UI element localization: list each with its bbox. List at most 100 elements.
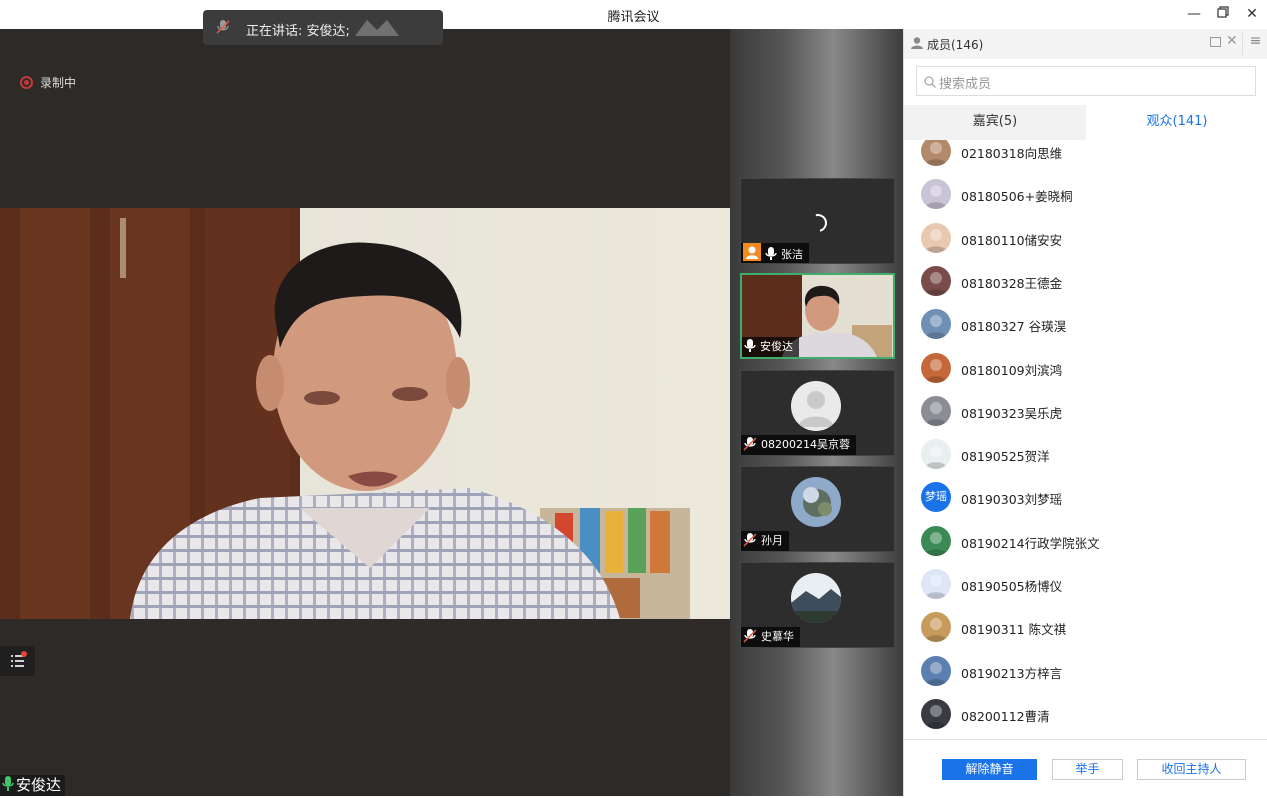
- video-tile[interactable]: 张洁: [740, 178, 895, 264]
- avatar: [921, 179, 951, 210]
- member-name: 08200112曹清: [961, 708, 1050, 724]
- avatar: [921, 265, 951, 296]
- member-list-toggle[interactable]: [0, 646, 35, 676]
- list-item[interactable]: 08190323吴乐虎: [921, 395, 1251, 430]
- tile-name: 安俊达: [760, 340, 793, 353]
- search-placeholder: 搜索成员: [939, 77, 992, 92]
- member-name: 08190525贺洋: [961, 449, 1050, 465]
- member-name: 08180506+姜晓桐: [961, 189, 1073, 205]
- avatar: [921, 309, 951, 340]
- video-thumbnail-strip: 张洁 安俊达 08200214吴京蓉 孙月 史慕华: [730, 29, 903, 796]
- list-item[interactable]: 08200112曹清: [921, 698, 1251, 733]
- host-icon: [743, 243, 761, 261]
- avatar: [921, 439, 951, 470]
- list-item[interactable]: 08180506+姜晓桐: [921, 179, 1251, 213]
- list-item[interactable]: 08180328王德金: [921, 265, 1251, 300]
- speaker-avatar-blur: [355, 18, 399, 38]
- list-item[interactable]: 08180327 谷瑛淏: [921, 309, 1251, 343]
- tab-guests[interactable]: 嘉宾(5): [904, 105, 1086, 140]
- user-icon: [910, 36, 924, 53]
- panel-header: 成员(146) ✕ ≡: [904, 29, 1267, 59]
- search-input[interactable]: 搜索成员: [916, 66, 1256, 96]
- reclaim-host-button[interactable]: 收回主持人: [1137, 759, 1246, 780]
- recording-label: 录制中: [40, 76, 77, 90]
- speaking-banner: 正在讲话: 安俊达;: [203, 10, 443, 45]
- list-item[interactable]: 梦瑶 08190303刘梦瑶: [921, 482, 1251, 516]
- tile-name-tag: 张洁: [741, 243, 809, 263]
- member-name: 02180318向思维: [961, 146, 1063, 161]
- main-speaker-name: 安俊达: [16, 776, 62, 794]
- record-icon: [20, 76, 33, 89]
- avatar: [921, 140, 951, 166]
- close-icon[interactable]: ✕: [1242, 5, 1262, 23]
- video-tile[interactable]: 08200214吴京蓉: [740, 370, 895, 456]
- panel-title: 成员(146): [927, 38, 984, 52]
- list-item[interactable]: 08190213方梓言: [921, 655, 1251, 690]
- tile-name-tag: 08200214吴京蓉: [741, 435, 856, 455]
- avatar: [791, 381, 841, 431]
- member-name: 08190214行政学院张文: [961, 535, 1100, 551]
- speaking-text: 正在讲话: 安俊达;: [246, 24, 350, 39]
- list-item[interactable]: 08190214行政学院张文: [921, 525, 1251, 560]
- members-panel: 成员(146) ✕ ≡ 搜索成员 嘉宾(5) 观众(141) 02180318向…: [903, 29, 1267, 796]
- avatar: 梦瑶: [921, 482, 951, 513]
- tile-name-tag: 安俊达: [742, 337, 799, 357]
- popout-icon[interactable]: [1210, 37, 1221, 47]
- member-name: 08180110储安安: [961, 232, 1063, 248]
- avatar: [921, 352, 951, 383]
- tile-name: 张洁: [781, 248, 803, 261]
- avatar: [921, 698, 951, 729]
- main-video-stage: 录制中 安俊达: [0, 29, 730, 796]
- member-name: 08190213方梓言: [961, 665, 1063, 681]
- member-name: 08190505杨博仪: [961, 579, 1063, 594]
- raise-hand-button[interactable]: 举手: [1052, 759, 1123, 780]
- loading-icon: [805, 210, 831, 236]
- window-title: 腾讯会议: [607, 10, 660, 25]
- member-name: 08190323吴乐虎: [961, 405, 1063, 421]
- avatar: [791, 477, 841, 527]
- minimize-icon[interactable]: —: [1184, 5, 1204, 23]
- tile-name-tag: 史慕华: [741, 627, 800, 647]
- avatar: [921, 222, 951, 253]
- mic-muted-icon: [743, 533, 757, 547]
- avatar-initials: 梦瑶: [925, 490, 947, 504]
- avatar: [791, 573, 841, 623]
- restore-icon[interactable]: [1213, 5, 1233, 23]
- recording-indicator: 录制中: [20, 74, 76, 91]
- list-item[interactable]: 08180110储安安: [921, 222, 1251, 257]
- tile-name: 孙月: [761, 534, 783, 547]
- mic-muted-icon: [743, 629, 757, 643]
- video-tile[interactable]: 史慕华: [740, 562, 895, 648]
- list-item[interactable]: 08190311 陈文祺: [921, 612, 1251, 646]
- list-item[interactable]: 08190505杨博仪: [921, 569, 1251, 603]
- avatar: [921, 569, 951, 599]
- member-list: 02180318向思维 08180506+姜晓桐 08180110储安安 081803…: [904, 140, 1267, 738]
- tab-audience[interactable]: 观众(141): [1086, 105, 1267, 140]
- panel-footer: 解除静音 举手 收回主持人: [904, 739, 1267, 796]
- list-item[interactable]: 02180318向思维: [921, 140, 1251, 170]
- mic-muted-icon: [215, 19, 231, 35]
- member-name: 08190303刘梦瑶: [961, 492, 1063, 508]
- close-panel-icon[interactable]: ✕: [1226, 33, 1238, 49]
- tile-name-tag: 孙月: [741, 531, 789, 551]
- more-menu-icon[interactable]: ≡: [1242, 33, 1267, 55]
- avatar: [921, 525, 951, 556]
- tile-name: 史慕华: [761, 630, 794, 643]
- unmute-all-button[interactable]: 解除静音: [942, 759, 1037, 780]
- video-tile-active[interactable]: 安俊达: [740, 273, 895, 359]
- list-item[interactable]: 08190525贺洋: [921, 439, 1251, 473]
- search-icon: [924, 76, 936, 88]
- avatar: [921, 612, 951, 643]
- member-tabs: 嘉宾(5) 观众(141): [904, 105, 1267, 140]
- video-tile[interactable]: 孙月: [740, 466, 895, 552]
- member-name: 08180109刘滨鸿: [961, 362, 1063, 378]
- member-name: 08190311 陈文祺: [961, 622, 1067, 638]
- mic-on-icon: [2, 776, 14, 792]
- mic-on-icon: [744, 339, 756, 352]
- tile-name: 08200214吴京蓉: [761, 438, 850, 451]
- avatar: [921, 655, 951, 686]
- main-speaker-tag: 安俊达: [0, 775, 66, 796]
- title-bar: 腾讯会议 — ✕: [0, 0, 1267, 29]
- list-item[interactable]: 08180109刘滨鸿: [921, 352, 1251, 387]
- speaker-video[interactable]: [0, 208, 730, 619]
